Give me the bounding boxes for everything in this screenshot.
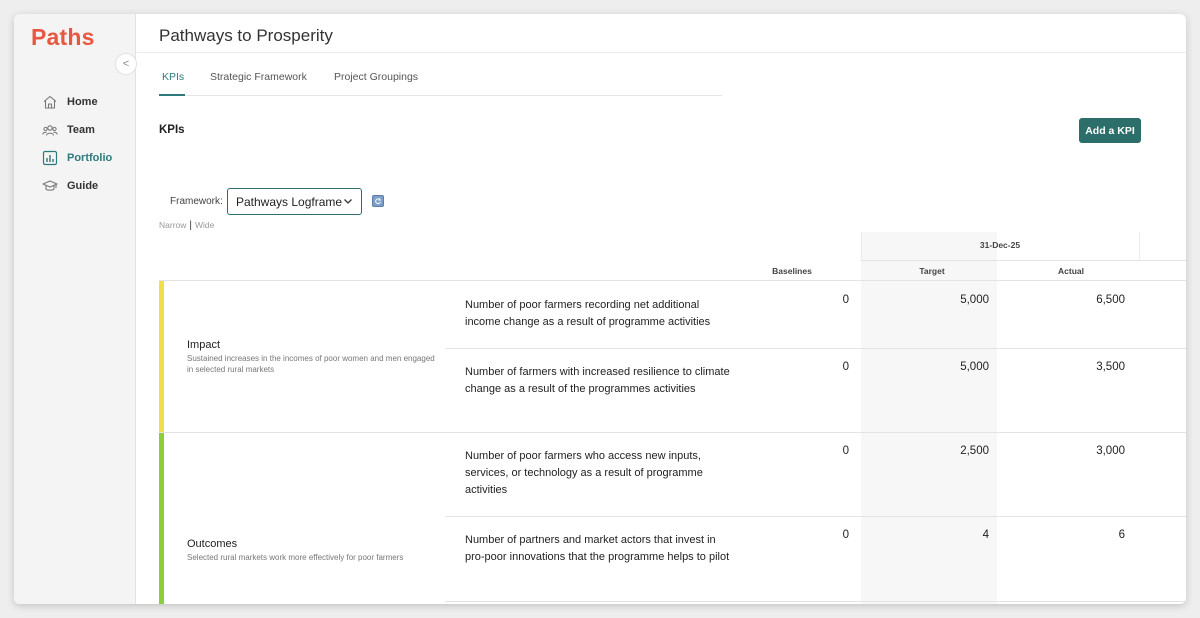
toggle-separator: | (189, 220, 193, 231)
narrow-option[interactable]: Narrow (159, 220, 186, 230)
outcomes-color-bar (159, 433, 164, 604)
kpi-baseline[interactable]: 0 (809, 294, 849, 306)
app-logo[interactable]: Paths (31, 24, 95, 51)
home-icon (42, 94, 58, 110)
period-header: 31-Dec-25 (979, 240, 1021, 250)
group-name-impact: Impact (187, 339, 221, 351)
kpi-target[interactable]: 5,000 (929, 294, 989, 306)
portfolio-chart-icon (42, 150, 58, 166)
collapse-sidebar-button[interactable]: < (115, 53, 137, 75)
sidebar-item-guide[interactable]: Guide (42, 172, 112, 200)
group-description-impact: Sustained increases in the incomes of po… (187, 354, 435, 374)
sidebar-item-label: Guide (67, 180, 99, 192)
framework-label: Framework: (170, 196, 223, 207)
tab-kpis[interactable]: KPIs (162, 71, 184, 83)
title-divider (137, 52, 1186, 53)
row-divider (445, 348, 1186, 349)
active-tab-indicator (159, 94, 185, 96)
framework-selected-value: Pathways Logframe (236, 194, 343, 209)
target-header: Target (919, 266, 945, 276)
tab-strategic-framework[interactable]: Strategic Framework (210, 71, 307, 83)
impact-color-bar (159, 281, 164, 432)
framework-select[interactable]: Pathways Logframe (227, 188, 362, 215)
team-icon (42, 122, 58, 138)
chevron-down-icon (344, 199, 352, 204)
header-divider (861, 260, 1186, 261)
sidebar-item-home[interactable]: Home (42, 88, 112, 116)
sidebar-item-portfolio[interactable]: Portfolio (42, 144, 112, 172)
kpi-baseline[interactable]: 0 (809, 361, 849, 373)
sidebar-nav: Home Team Portfolio Guide (42, 88, 112, 200)
sidebar-item-label: Portfolio (67, 152, 113, 164)
header-row-divider (159, 280, 1186, 281)
page-title: Pathways to Prosperity (159, 26, 333, 45)
header-divider (861, 232, 862, 260)
group-description-outcomes: Selected rural markets work more effecti… (187, 553, 404, 562)
sidebar: Paths Home Team Portfolio Guide (14, 14, 136, 604)
tab-bar: KPIs Strategic Framework Project Groupin… (159, 66, 722, 96)
group-divider (159, 432, 1186, 433)
kpi-actual[interactable]: 3,000 (1065, 445, 1125, 457)
kpi-text[interactable]: Number of poor farmers recording net add… (465, 297, 731, 331)
row-divider (445, 601, 1186, 602)
kpi-baseline[interactable]: 0 (809, 445, 849, 457)
target-column-shade (861, 232, 997, 604)
width-toggle: Narrow | Wide (159, 220, 214, 231)
main-content: Pathways to Prosperity KPIs Strategic Fr… (137, 14, 1186, 604)
kpi-actual[interactable]: 6,500 (1065, 294, 1125, 306)
actual-header: Actual (1058, 266, 1084, 276)
sidebar-item-label: Team (67, 124, 95, 136)
app-window: Paths Home Team Portfolio Guide < Pathwa… (14, 14, 1186, 604)
kpi-baseline[interactable]: 0 (809, 529, 849, 541)
sidebar-item-team[interactable]: Team (42, 116, 112, 144)
row-divider (445, 516, 1186, 517)
wide-option[interactable]: Wide (195, 220, 214, 230)
graduation-cap-icon (42, 178, 58, 194)
kpi-text[interactable]: Number of poor farmers who access new in… (465, 448, 731, 499)
kpi-actual[interactable]: 6 (1065, 529, 1125, 541)
kpi-target[interactable]: 2,500 (929, 445, 989, 457)
baselines-header: Baselines (772, 266, 812, 276)
tab-project-groupings[interactable]: Project Groupings (334, 71, 418, 83)
kpi-actual[interactable]: 3,500 (1065, 361, 1125, 373)
refresh-icon[interactable] (372, 195, 384, 207)
kpi-text[interactable]: Number of farmers with increased resilie… (465, 364, 731, 398)
kpi-target[interactable]: 4 (929, 529, 989, 541)
group-name-outcomes: Outcomes (187, 538, 238, 550)
header-divider (1139, 232, 1140, 260)
section-title: KPIs (159, 124, 185, 136)
kpi-table: 31-Dec-25 Baselines Target Actual Impact… (159, 232, 1186, 604)
add-kpi-button[interactable]: Add a KPI (1079, 118, 1141, 143)
sidebar-item-label: Home (67, 96, 98, 108)
kpi-text[interactable]: Number of partners and market actors tha… (465, 532, 731, 566)
kpi-target[interactable]: 5,000 (929, 361, 989, 373)
